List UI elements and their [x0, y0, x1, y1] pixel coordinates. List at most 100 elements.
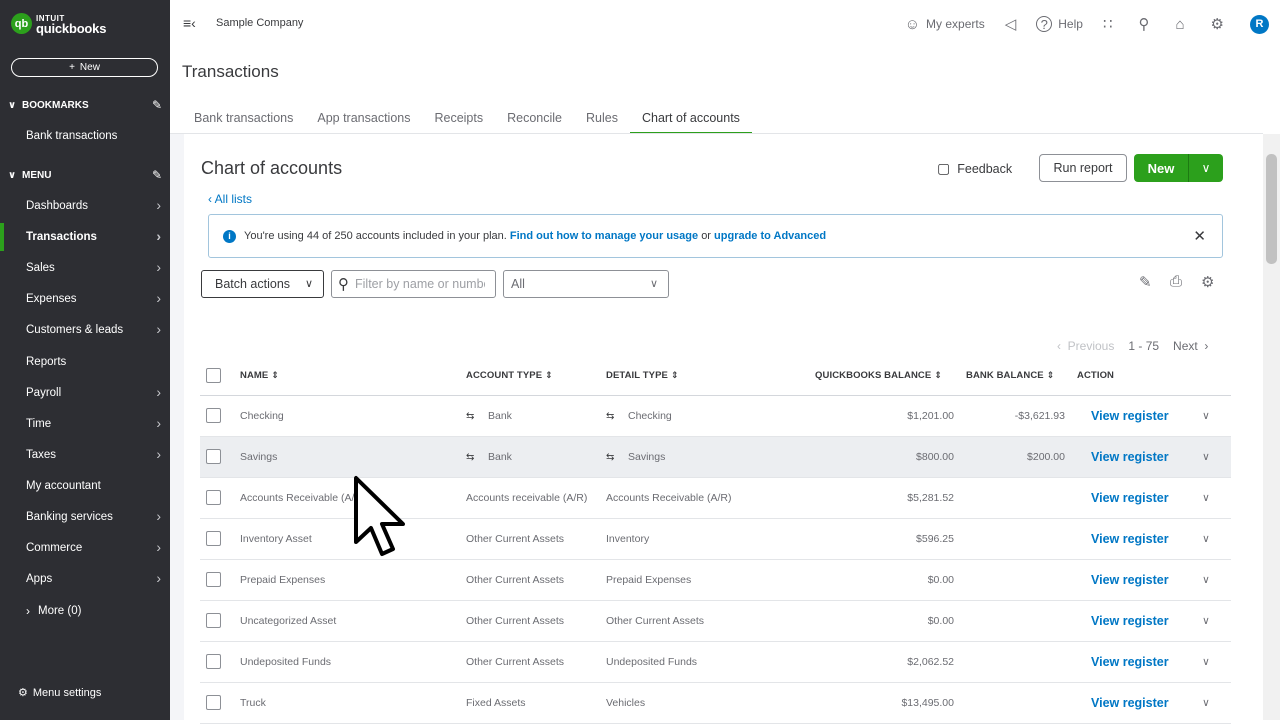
- sidebar-item-commerce[interactable]: Commerce ›: [0, 534, 170, 562]
- view-register-link[interactable]: View register: [1091, 450, 1169, 464]
- row-checkbox[interactable]: [206, 408, 221, 423]
- row-action-dropdown[interactable]: ∨: [1181, 641, 1231, 683]
- scrollbar-thumb[interactable]: [1266, 154, 1277, 264]
- sidebar-item-sales[interactable]: Sales ›: [0, 254, 170, 282]
- close-icon[interactable]: ✕: [1193, 227, 1206, 245]
- table-row[interactable]: Savings ⇆ Bank ⇆ Savings $800.00 $200.00 View r…: [200, 436, 1231, 478]
- edit-bookmarks-icon[interactable]: ✎: [152, 98, 162, 112]
- tab-rules[interactable]: Rules: [574, 108, 630, 135]
- row-action-dropdown[interactable]: ∨: [1181, 682, 1231, 724]
- sidebar-item-banking-services[interactable]: Banking services ›: [0, 503, 170, 531]
- detail-type: Vehicles: [606, 696, 646, 709]
- view-register-link[interactable]: View register: [1091, 573, 1169, 587]
- sidebar-item-taxes[interactable]: Taxes ›: [0, 441, 170, 469]
- sidebar-item-payroll[interactable]: Payroll ›: [0, 379, 170, 407]
- sidebar-item-apps[interactable]: Apps ›: [0, 565, 170, 593]
- row-action-dropdown[interactable]: ∨: [1181, 477, 1231, 519]
- apps-grid-icon[interactable]: ∷: [1103, 15, 1113, 33]
- account-type-filter-select[interactable]: All ∨: [503, 270, 669, 298]
- table-row[interactable]: Truck Fixed Assets Vehicles $13,495.00 View …: [200, 682, 1231, 724]
- table-row[interactable]: Prepaid Expenses Other Current Assets Prep…: [200, 559, 1231, 601]
- settings-gear-icon[interactable]: ⚙: [1211, 15, 1224, 33]
- account-name: Accounts Receivable (A/R): [240, 491, 366, 504]
- megaphone-icon[interactable]: ◁: [1005, 15, 1017, 33]
- select-all-checkbox[interactable]: [206, 368, 221, 384]
- tab-reconcile[interactable]: Reconcile: [495, 108, 574, 135]
- row-action-dropdown[interactable]: ∨: [1181, 600, 1231, 642]
- cell-account-type: ⇆ Bank: [460, 436, 600, 478]
- table-row[interactable]: Uncategorized Asset Other Current Assets O…: [200, 600, 1231, 642]
- feedback-button[interactable]: ▢ Feedback: [937, 160, 1012, 177]
- row-checkbox[interactable]: [206, 613, 221, 628]
- row-checkbox[interactable]: [206, 654, 221, 669]
- column-header-detail-type[interactable]: DETAIL TYPE ⇕: [600, 357, 809, 396]
- view-register-link[interactable]: View register: [1091, 614, 1169, 628]
- bookmarks-header[interactable]: ∨ BOOKMARKS ✎: [8, 98, 162, 112]
- quickbooks-balance: $2,062.52: [907, 655, 954, 668]
- row-checkbox[interactable]: [206, 490, 221, 505]
- table-row[interactable]: Checking ⇆ Bank ⇆ Checking $1,201.00 -$3,621.9…: [200, 395, 1231, 437]
- menu-header[interactable]: ∨ MENU ✎: [8, 168, 162, 182]
- column-header-bank-balance[interactable]: BANK BALANCE ⇕: [960, 357, 1071, 396]
- tab-bank-transactions[interactable]: Bank transactions: [182, 108, 305, 135]
- table-settings-gear-icon[interactable]: ⚙: [1201, 273, 1214, 291]
- sidebar-item-customers-leads[interactable]: Customers & leads ›: [0, 316, 170, 344]
- next-page-button[interactable]: Next ›: [1173, 339, 1208, 353]
- company-name[interactable]: Sample Company: [216, 17, 303, 29]
- row-checkbox[interactable]: [206, 695, 221, 710]
- new-dropdown-chevron-icon[interactable]: ∨: [1189, 154, 1223, 182]
- menu-settings-button[interactable]: ⚙ Menu settings: [18, 686, 101, 700]
- view-register-link[interactable]: View register: [1091, 409, 1169, 423]
- view-register-link[interactable]: View register: [1091, 696, 1169, 710]
- row-action-dropdown[interactable]: ∨: [1181, 518, 1231, 560]
- tab-receipts[interactable]: Receipts: [422, 108, 495, 135]
- manage-usage-link[interactable]: Find out how to manage your usage: [510, 230, 698, 242]
- print-icon[interactable]: ⎙: [1170, 273, 1182, 290]
- column-header-account-type[interactable]: ACCOUNT TYPE ⇕: [460, 357, 600, 396]
- chevron-down-icon: ∨: [1202, 696, 1210, 709]
- sidebar-new-button[interactable]: + New: [11, 58, 158, 77]
- view-register-link[interactable]: View register: [1091, 491, 1169, 505]
- sidebar-item-expenses[interactable]: Expenses ›: [0, 285, 170, 313]
- row-checkbox[interactable]: [206, 531, 221, 546]
- tab-chart-of-accounts[interactable]: Chart of accounts: [629, 108, 752, 135]
- sidebar-item-dashboards[interactable]: Dashboards ›: [0, 192, 170, 220]
- row-action-dropdown[interactable]: ∨: [1181, 436, 1231, 478]
- row-action-dropdown[interactable]: ∨: [1181, 395, 1231, 437]
- column-header-name[interactable]: NAME ⇕: [234, 357, 460, 396]
- sidebar-item-time[interactable]: Time ›: [0, 410, 170, 438]
- bank-transfer-icon: ⇆: [606, 410, 615, 422]
- previous-page-button[interactable]: ‹ Previous: [1057, 339, 1114, 353]
- all-lists-link[interactable]: ‹ All lists: [208, 192, 252, 206]
- view-register-link[interactable]: View register: [1091, 655, 1169, 669]
- sidebar-item-label: Time: [26, 417, 52, 430]
- sidebar-item-reports[interactable]: Reports: [0, 348, 170, 376]
- row-checkbox[interactable]: [206, 449, 221, 464]
- edit-menu-icon[interactable]: ✎: [152, 168, 162, 182]
- upgrade-link[interactable]: upgrade to Advanced: [714, 230, 826, 242]
- row-checkbox[interactable]: [206, 572, 221, 587]
- view-register-link[interactable]: View register: [1091, 532, 1169, 546]
- feedback-label: Feedback: [957, 161, 1013, 176]
- sidebar-item-transactions[interactable]: Transactions ›: [0, 223, 170, 252]
- filter-input[interactable]: [355, 277, 485, 291]
- edit-pencil-icon[interactable]: ✎: [1139, 273, 1152, 291]
- row-action-dropdown[interactable]: ∨: [1181, 559, 1231, 601]
- sidebar-item-more[interactable]: › More (0): [0, 597, 170, 625]
- table-row[interactable]: Undeposited Funds Other Current Assets Und…: [200, 641, 1231, 683]
- batch-actions-dropdown[interactable]: Batch actions ∨: [201, 270, 324, 298]
- notifications-bell-icon[interactable]: ⌂: [1175, 16, 1184, 33]
- my-experts-button[interactable]: ☺ My experts: [905, 16, 985, 33]
- avatar[interactable]: R: [1250, 14, 1269, 34]
- sidebar-item-my-accountant[interactable]: My accountant: [0, 472, 170, 500]
- new-account-button[interactable]: New: [1134, 154, 1189, 182]
- help-button[interactable]: ? Help: [1036, 16, 1083, 32]
- column-header-quickbooks-balance[interactable]: QUICKBOOKS BALANCE ⇕: [809, 357, 960, 396]
- tab-app-transactions[interactable]: App transactions: [305, 108, 422, 135]
- collapse-menu-icon[interactable]: ≡‹: [183, 15, 196, 31]
- quickbooks-logo[interactable]: qb INTUIT quickbooks: [11, 13, 106, 35]
- page-scrollbar[interactable]: [1263, 134, 1280, 720]
- run-report-button[interactable]: Run report: [1039, 154, 1127, 182]
- search-icon[interactable]: ⚲: [1138, 15, 1149, 33]
- sidebar-bookmark-bank-transactions[interactable]: Bank transactions: [0, 122, 170, 150]
